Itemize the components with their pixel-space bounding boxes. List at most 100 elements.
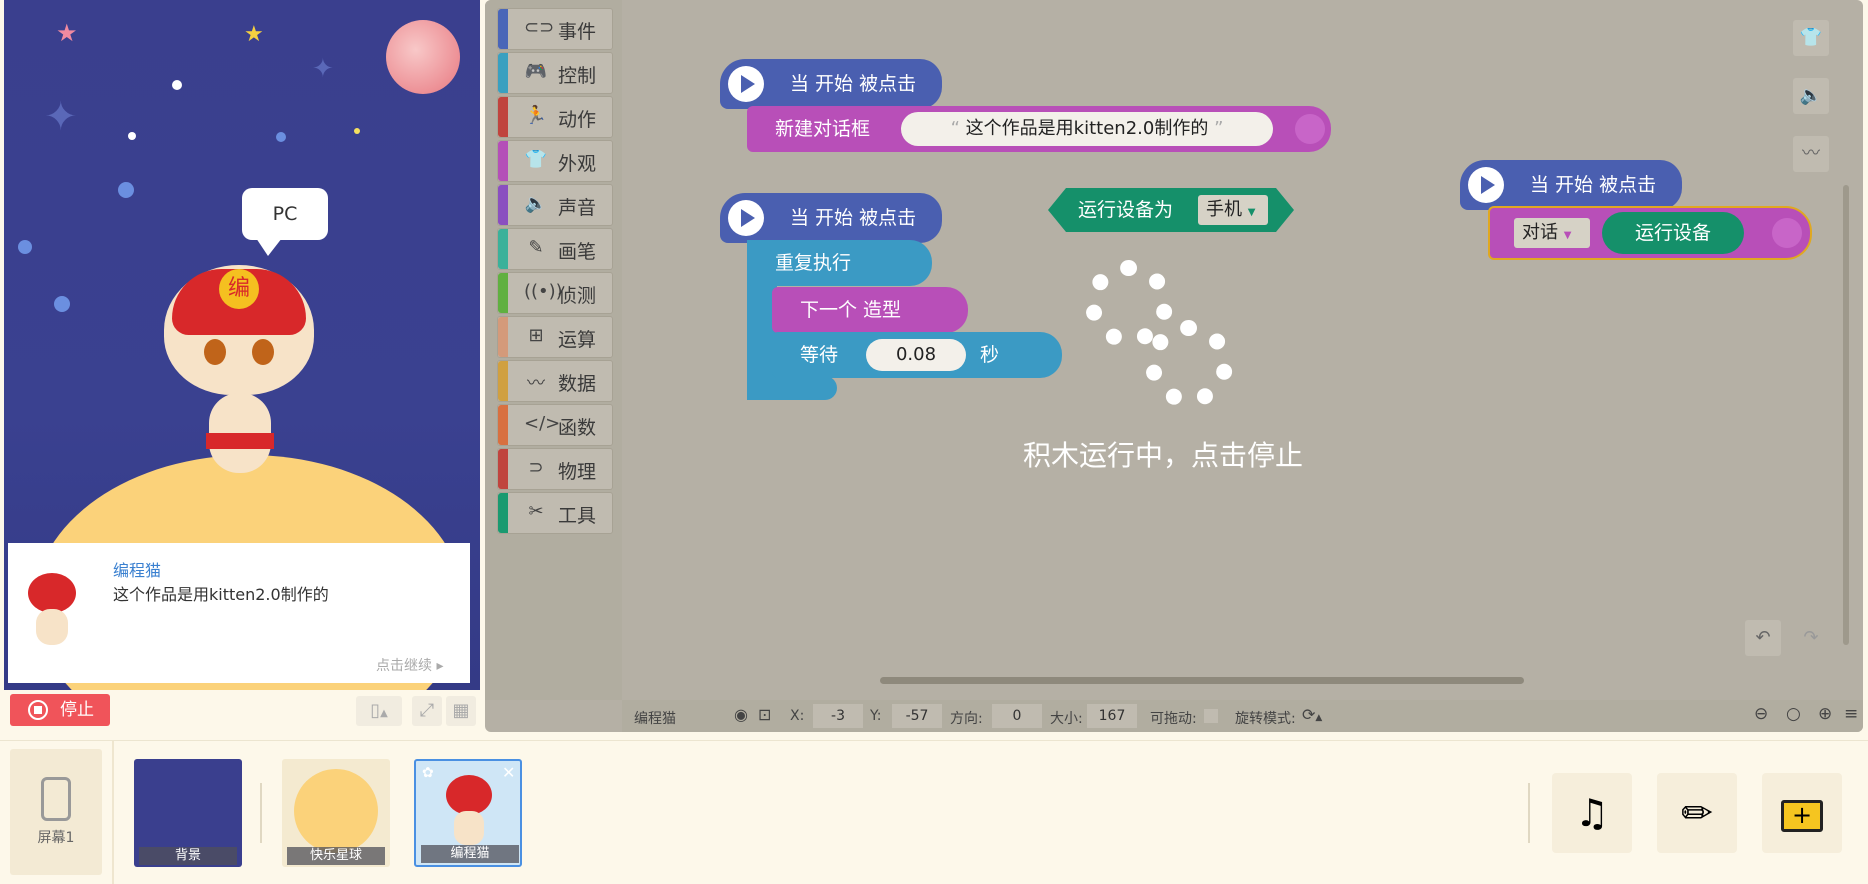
undo-button[interactable]: ↶ xyxy=(1745,620,1781,656)
say-value: 对话 xyxy=(1522,222,1558,243)
star-dot xyxy=(172,80,182,90)
run-device-reporter-slot[interactable]: 运行设备 xyxy=(1602,212,1744,254)
y-input[interactable]: -57 xyxy=(892,704,942,728)
when-start-clicked-block-2[interactable]: 当 开始 被点击 xyxy=(720,193,942,243)
gear-icon[interactable]: ✿ xyxy=(422,765,434,781)
category-3[interactable]: 👕 外观 xyxy=(497,140,613,182)
dialog-text: 这个作品是用kitten2.0制作的 xyxy=(113,585,329,604)
size-label: 大小: xyxy=(1050,711,1083,727)
undo-icon: ↶ xyxy=(1755,627,1771,648)
star-dot xyxy=(54,296,70,312)
direction-input[interactable]: 0 xyxy=(992,704,1042,728)
dialog-value: 这个作品是用kitten2.0制作的 xyxy=(965,118,1209,139)
star-dot xyxy=(18,240,32,254)
shirt-icon xyxy=(1772,218,1802,248)
next-costume-block[interactable]: 下一个 造型 xyxy=(772,287,968,333)
horizontal-scrollbar[interactable] xyxy=(880,677,1524,684)
category-7[interactable]: ⊞ 运算 xyxy=(497,316,613,358)
add-sound-button[interactable]: ♫ xyxy=(1552,773,1632,853)
category-label: 控制 xyxy=(558,65,597,87)
category-4[interactable]: 🔈 声音 xyxy=(497,184,613,226)
category-label: 动作 xyxy=(558,109,597,131)
direction-label: 方向: xyxy=(950,711,983,727)
costume-button[interactable]: 👕 xyxy=(1793,20,1829,56)
shirt-icon: 👕 xyxy=(1799,27,1823,48)
category-1[interactable]: 🎮 控制 xyxy=(497,52,613,94)
grid-button[interactable]: ▦ xyxy=(446,696,476,726)
size-input[interactable]: 167 xyxy=(1087,704,1137,728)
menu-icon[interactable]: ≡ xyxy=(1844,704,1858,724)
unlock-icon[interactable]: ⊡ xyxy=(758,705,771,724)
run-device-reporter-block[interactable]: 运行设备为 手机 ▼ xyxy=(1048,188,1294,232)
quote-open: “ xyxy=(950,118,960,139)
add-folder-button[interactable]: + xyxy=(1762,773,1842,853)
sound-button[interactable]: 🔈 xyxy=(1793,78,1829,114)
block-palette: ⊂⊃ 事件 🎮 控制 🏃 动作 👕 外观 🔈 声音 ✎ 画笔 ((•)) 侦测 ⊞ 运算〰数据 </> 函数 ⊃ 物理… xyxy=(485,0,622,700)
category-2[interactable]: 🏃 动作 xyxy=(497,96,613,138)
paint-button[interactable]: ✏ xyxy=(1657,773,1737,853)
redo-button[interactable]: ↷ xyxy=(1793,620,1829,656)
when-start-clicked-block-1[interactable]: 当 开始 被点击 xyxy=(720,59,942,109)
new-dialog-block[interactable]: 新建对话框 “ 这个作品是用kitten2.0制作的 ” xyxy=(747,106,1331,152)
category-color-strip xyxy=(498,449,508,489)
screen-selector[interactable]: 屏幕1 xyxy=(10,749,102,875)
pencil-icon: ✎ xyxy=(528,237,544,258)
zoom-reset-icon[interactable]: ○ xyxy=(1786,704,1801,724)
stop-button[interactable]: 停止 xyxy=(10,694,110,726)
category-color-strip xyxy=(498,273,508,313)
category-10[interactable]: ⊃ 物理 xyxy=(497,448,613,490)
category-label: 数据 xyxy=(558,373,597,395)
category-6[interactable]: ((•)) 侦测 xyxy=(497,272,613,314)
draggable-label: 可拖动: xyxy=(1150,711,1197,727)
divider xyxy=(112,741,114,884)
eye-icon[interactable]: ◉ xyxy=(734,705,748,724)
when-start-clicked-block-3[interactable]: 当 开始 被点击 xyxy=(1460,160,1682,210)
draggable-checkbox[interactable] xyxy=(1204,709,1218,723)
x-input[interactable]: -3 xyxy=(813,704,863,728)
vertical-scrollbar[interactable] xyxy=(1843,185,1849,645)
chart-line-icon: 〰 xyxy=(1802,143,1820,164)
category-5[interactable]: ✎ 画笔 xyxy=(497,228,613,270)
dialog-text-input[interactable]: “ 这个作品是用kitten2.0制作的 ” xyxy=(901,112,1273,146)
wait-seconds-input[interactable]: 0.08 xyxy=(866,339,966,371)
caret-down-icon: ▼ xyxy=(1247,207,1256,218)
category-9[interactable]: </> 函数 xyxy=(497,404,613,446)
gear-icon xyxy=(1145,320,1233,408)
screen-label: 屏幕1 xyxy=(37,830,75,846)
fullscreen-button[interactable]: ⤢ xyxy=(412,696,442,726)
running-status-text[interactable]: 积木运行中，点击停止 xyxy=(1023,434,1303,474)
caret-up-icon: ▲ xyxy=(380,708,388,719)
repeat-forever-block[interactable]: 重复执行 xyxy=(747,240,932,286)
zoom-in-icon[interactable]: ⊕ xyxy=(1818,704,1832,724)
dialog-box[interactable]: 编程猫 这个作品是用kitten2.0制作的 点击继续 ▸ xyxy=(8,543,470,683)
say-block[interactable]: 对话 ▼ 运行设备 xyxy=(1488,206,1812,260)
rotation-mode-dropdown[interactable]: ⟳▲ xyxy=(1302,705,1322,724)
cat-sprite[interactable]: 编 xyxy=(164,255,314,505)
divider xyxy=(260,783,262,843)
continue-link[interactable]: 点击继续 ▸ xyxy=(376,655,443,675)
say-dropdown[interactable]: 对话 ▼ xyxy=(1514,218,1590,248)
sprite-thumb-background[interactable]: 背景 xyxy=(134,759,242,867)
gamepad-icon: 🎮 xyxy=(524,61,548,82)
device-toggle-button[interactable]: ▯▲ xyxy=(356,696,402,726)
sprite-thumb-cat[interactable]: ✿ ✕ 编程猫 xyxy=(414,759,522,867)
play-icon xyxy=(1468,167,1504,203)
zoom-out-icon[interactable]: ⊖ xyxy=(1754,704,1768,724)
x-label: X: xyxy=(790,708,805,724)
sprite-label: 快乐星球 xyxy=(287,847,385,865)
close-icon[interactable]: ✕ xyxy=(502,763,515,782)
device-value: 手机 xyxy=(1206,199,1242,220)
phone-icon: ▯ xyxy=(370,700,381,721)
sprite-label: 背景 xyxy=(139,847,237,865)
sprite-thumb-happy-planet[interactable]: 快乐星球 xyxy=(282,759,390,867)
data-button[interactable]: 〰 xyxy=(1793,136,1829,172)
category-0[interactable]: ⊂⊃ 事件 xyxy=(497,8,613,50)
category-8[interactable]: 〰数据 xyxy=(497,360,613,402)
wait-block[interactable]: 等待 0.08 秒 xyxy=(772,332,1062,378)
code-workspace[interactable]: ⊂⊃ 事件 🎮 控制 🏃 动作 👕 外观 🔈 声音 ✎ 画笔 ((•)) 侦测 ⊞ 运算〰数据 </> 函数 ⊃ 物理… xyxy=(485,0,1863,732)
speaker-icon: 🔈 xyxy=(1799,85,1823,106)
category-label: 声音 xyxy=(558,197,597,219)
category-11[interactable]: ✂ 工具 xyxy=(497,492,613,534)
speaker-icon: 🔈 xyxy=(524,193,548,214)
device-dropdown[interactable]: 手机 ▼ xyxy=(1198,195,1268,225)
